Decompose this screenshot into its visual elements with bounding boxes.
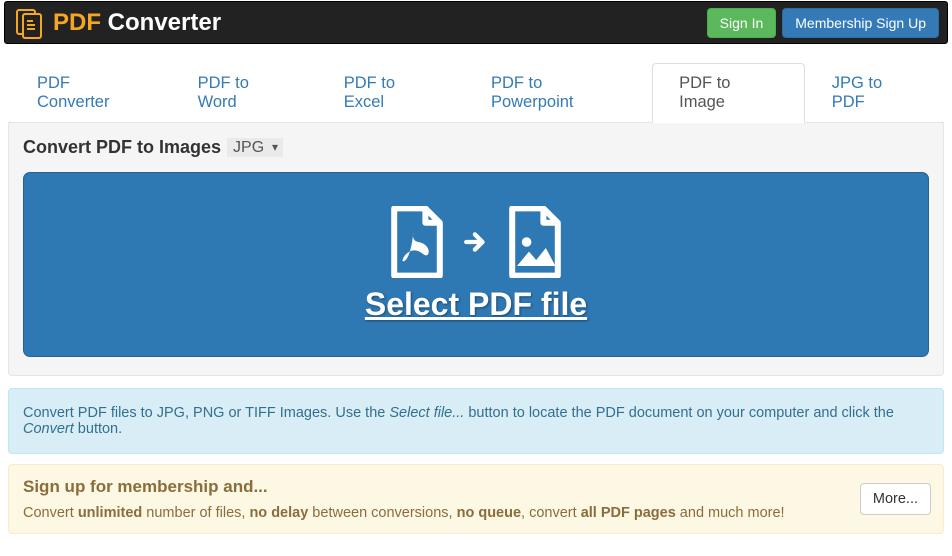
tabs: PDF Converter PDF to Word PDF to Excel P… (8, 62, 944, 123)
tab-pdf-to-word[interactable]: PDF to Word (171, 63, 317, 123)
pdf-file-icon (387, 206, 447, 278)
convert-panel: Convert PDF to Images JPG Select P (8, 122, 944, 376)
more-button[interactable]: More... (860, 483, 931, 515)
promo-text: Convert unlimited number of files, no de… (23, 505, 929, 521)
select-file-dropzone[interactable]: Select PDF file (23, 172, 929, 357)
pdf-logo-icon (13, 7, 45, 39)
membership-promo: Sign up for membership and... Convert un… (8, 464, 944, 534)
tab-pdf-to-image[interactable]: PDF to Image (652, 63, 805, 123)
select-file-label: Select PDF file (365, 286, 587, 323)
tab-jpg-to-pdf[interactable]: JPG to PDF (805, 63, 944, 123)
output-format-select[interactable]: JPG (227, 138, 283, 157)
brand-text-1: PDF (53, 9, 101, 36)
tab-pdf-to-excel[interactable]: PDF to Excel (317, 63, 464, 123)
info-alert: Convert PDF files to JPG, PNG or TIFF Im… (8, 388, 944, 454)
arrow-right-icon (463, 229, 489, 255)
topbar: PDF Converter Sign In Membership Sign Up (4, 1, 948, 44)
panel-title: Convert PDF to Images (23, 137, 221, 158)
dropzone-icons (387, 206, 565, 278)
promo-heading: Sign up for membership and... (23, 477, 929, 497)
image-file-icon (505, 206, 565, 278)
brand[interactable]: PDF Converter (13, 7, 221, 39)
membership-signup-button[interactable]: Membership Sign Up (782, 8, 939, 38)
signin-button[interactable]: Sign In (707, 8, 777, 38)
tab-pdf-converter[interactable]: PDF Converter (10, 63, 171, 123)
tab-pdf-to-powerpoint[interactable]: PDF to Powerpoint (464, 63, 652, 123)
brand-text-2: Converter (108, 9, 221, 36)
